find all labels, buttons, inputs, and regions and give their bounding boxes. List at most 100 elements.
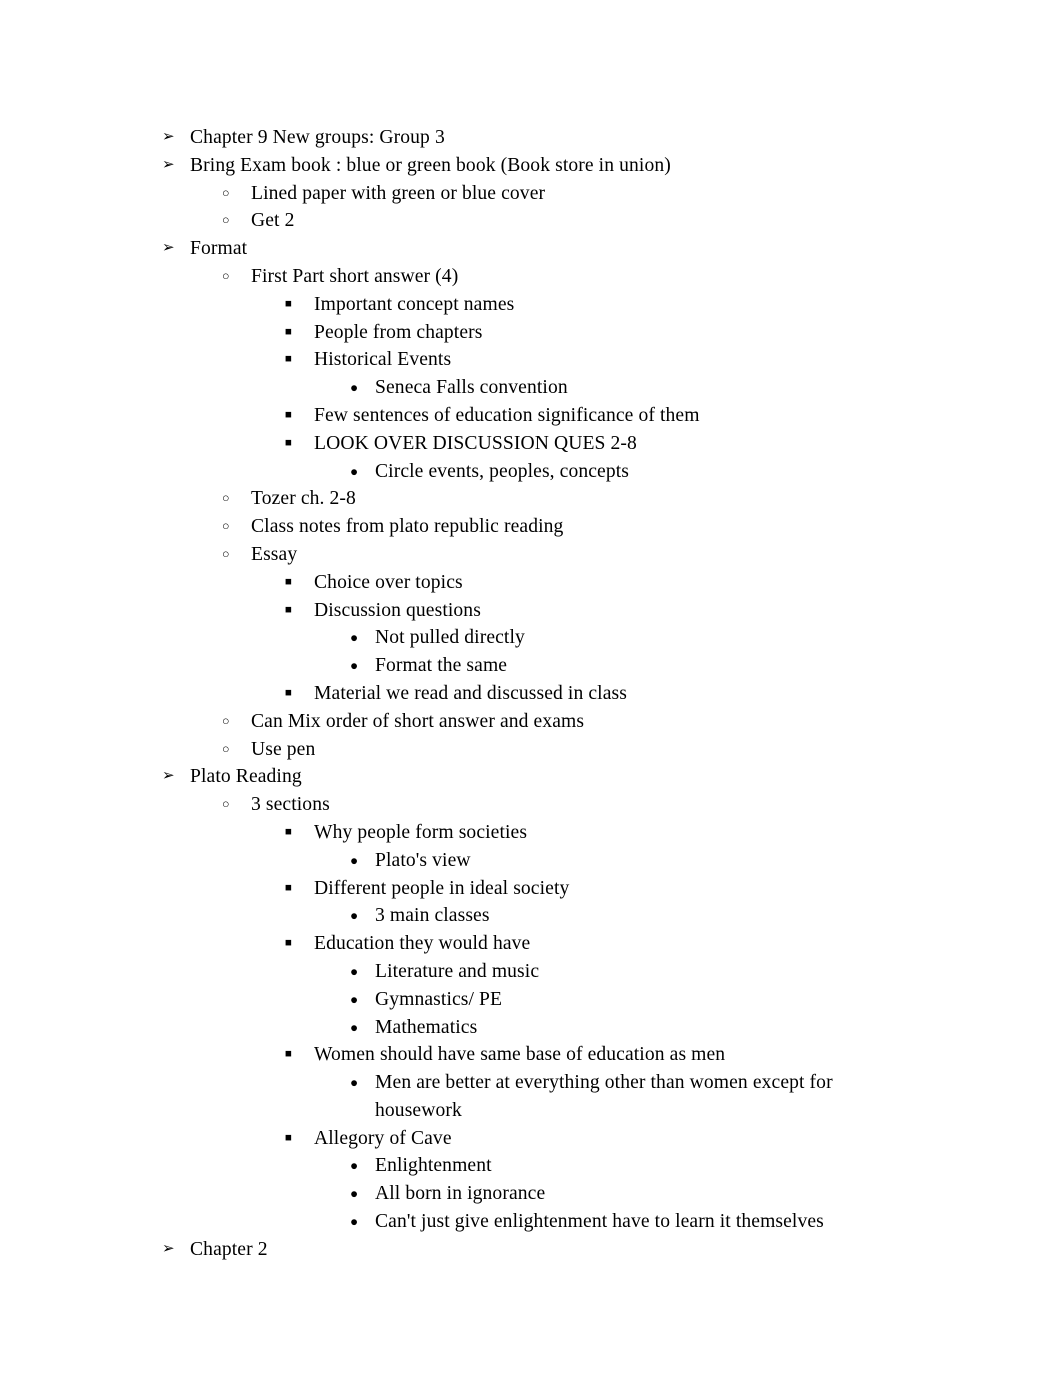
outline-item: ● All born in ignorance [350,1180,922,1208]
outline-item: ○ Can Mix order of short answer and exams [222,708,922,736]
outline-item-text: Can't just give enlightenment have to le… [375,1211,824,1233]
bullet-level3-icon: ■ [285,881,293,894]
outline-item: ○ Use pen [222,736,922,764]
outline-item: ● Plato's view [350,847,922,875]
outline-item-text: Plato Reading [190,766,302,788]
outline-item: ■ Women should have same base of educatio… [285,1041,922,1069]
outline-item-text: Material we read and discussed in class [314,682,627,704]
outline-item-text: First Part short answer (4) [251,265,459,287]
outline-item: ■ Important concept names [285,291,922,319]
bullet-level1-icon: ➢ [162,129,175,145]
outline-item-text: Enlightenment [375,1155,492,1177]
outline-item: ● Gymnastics/ PE [350,986,922,1014]
outline-item-text: Chapter 9 New groups: Group 3 [190,127,445,148]
outline-item-text: Plato's view [375,849,471,871]
outline-item: ■ Material we read and discussed in class [285,680,922,708]
outline-item: ○ Class notes from plato republic reading [222,513,922,541]
outline-item-text: LOOK OVER DISCUSSION QUES 2-8 [314,432,637,454]
outline-item: ● Men are better at everything other than… [350,1069,922,1125]
bullet-level4-icon: ● [350,658,359,674]
outline-item: ➢ Bring Exam book : blue or green book (B… [162,152,922,180]
outline-item-text: Format [190,238,248,260]
bullet-level3-icon: ■ [285,297,293,310]
outline-item-text: Use pen [251,738,316,760]
bullet-level3-icon: ■ [285,825,293,838]
outline-item-text: Men are better at everything other than … [375,1072,833,1121]
bullet-level3-icon: ■ [285,325,293,338]
outline-item: ● Not pulled directly [350,624,922,652]
outline-item: ○ Get 2 [222,207,922,235]
outline-item-text: Education they would have [314,933,531,955]
outline-item: ● Seneca Falls convention [350,374,922,402]
bullet-level4-icon: ● [350,1075,359,1091]
bullet-level2-icon: ○ [222,491,230,506]
outline-item: ■ Few sentences of education significance… [285,402,922,430]
bullet-level3-icon: ■ [285,603,293,616]
outline-item: ➢ Chapter 2 [162,1236,922,1264]
bullet-level3-icon: ■ [285,408,293,421]
outline-item-text: Essay [251,543,298,565]
bullet-level4-icon: ● [350,630,359,646]
outline-item: ■ Different people in ideal society [285,875,922,903]
bullet-level1-icon: ➢ [162,156,175,173]
outline-item-text: Lined paper with green or blue cover [251,182,546,204]
bullet-level2-icon: ○ [222,268,230,283]
outline-item: ○ 3 sections [222,791,922,819]
outline-item-text: 3 main classes [375,905,490,927]
outline-list: ➢ Chapter 9 New groups: Group 3 ➢ Bring Exa… [162,124,922,1264]
outline-item-text: Historical Events [314,349,452,371]
outline-item-text: Circle events, peoples, concepts [375,460,630,482]
bullet-level4-icon: ● [350,463,359,479]
outline-item-text: Choice over topics [314,571,463,593]
bullet-level4-icon: ● [350,1019,359,1035]
outline-item-text: Different people in ideal society [314,877,570,899]
bullet-level4-icon: ● [350,380,359,396]
bullet-level1-icon: ➢ [162,1240,175,1257]
bullet-level2-icon: ○ [222,797,230,812]
outline-item: ● Can't just give enlightenment have to l… [350,1208,922,1236]
bullet-level2-icon: ○ [222,741,230,756]
bullet-level4-icon: ● [350,1158,359,1174]
outline-item-text: Allegory of Cave [314,1127,452,1149]
outline-item-text: Women should have same base of education… [314,1044,726,1066]
outline-item-text: People from chapters [314,321,483,343]
bullet-level2-icon: ○ [222,519,230,534]
outline-item: ■ Choice over topics [285,569,922,597]
outline-item-text: Can Mix order of short answer and exams [251,710,585,732]
bullet-level3-icon: ■ [285,353,293,366]
bullet-level4-icon: ● [350,908,359,924]
bullet-level3-icon: ■ [285,436,293,449]
document-page: ➢ Chapter 9 New groups: Group 3 ➢ Bring Exa… [0,0,1062,1377]
outline-item-text: Mathematics [375,1016,478,1038]
outline-item-text: Not pulled directly [375,627,525,649]
bullet-level2-icon: ○ [222,185,230,200]
bullet-level2-icon: ○ [222,213,230,228]
outline-item: ● Literature and music [350,958,922,986]
outline-item: ● Format the same [350,652,922,680]
bullet-level3-icon: ■ [285,1131,293,1144]
outline-item: ○ Lined paper with green or blue cover [222,180,922,208]
outline-item: ● Enlightenment [350,1152,922,1180]
outline-item: ➢ Chapter 9 New groups: Group 3 [162,124,922,152]
outline-item-text: Gymnastics/ PE [375,988,503,1010]
outline-item-text: Chapter 2 [190,1238,268,1260]
outline-item-text: Few sentences of education significance … [314,404,700,426]
outline-item-text: Tozer ch. 2-8 [251,488,356,510]
outline-item: ○ First Part short answer (4) [222,263,922,291]
bullet-level4-icon: ● [350,963,359,979]
bullet-level2-icon: ○ [222,546,230,561]
outline-item: ○ Essay [222,541,922,569]
outline-item: ■ LOOK OVER DISCUSSION QUES 2-8 [285,430,922,458]
bullet-level4-icon: ● [350,1214,359,1230]
outline-item: ○ Tozer ch. 2-8 [222,485,922,513]
outline-item-text: 3 sections [251,794,330,816]
bullet-level3-icon: ■ [285,575,293,588]
outline-item-text: Format the same [375,655,508,677]
outline-item: ➢ Plato Reading [162,763,922,791]
bullet-level1-icon: ➢ [162,240,175,257]
bullet-level4-icon: ● [350,991,359,1007]
bullet-level1-icon: ➢ [162,768,175,785]
outline-item: ■ Historical Events [285,346,922,374]
outline-item: ➢ Format [162,235,922,263]
outline-item: ■ Discussion questions [285,597,922,625]
